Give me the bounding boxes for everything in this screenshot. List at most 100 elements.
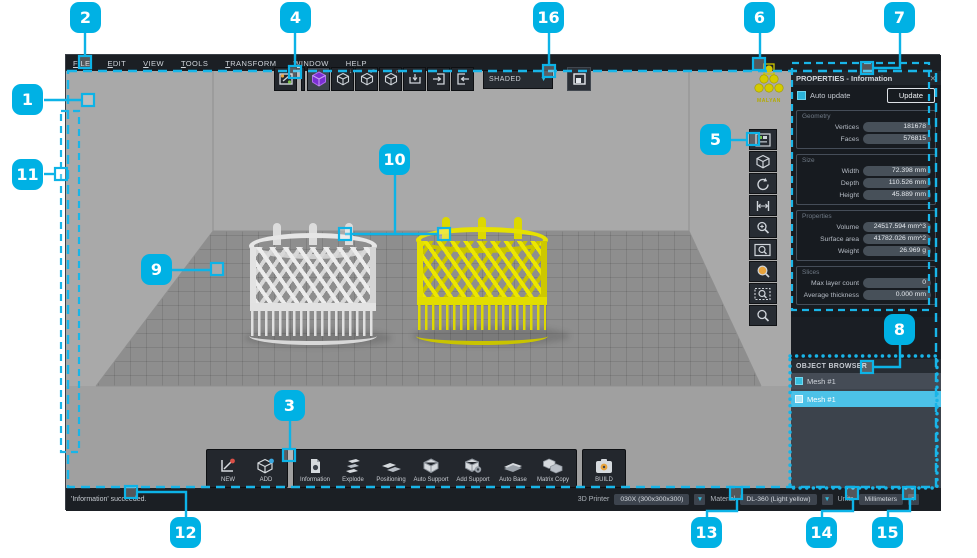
auto-update-checkbox[interactable] [797,91,806,100]
new-button[interactable]: NEW [210,452,246,485]
new-icon [218,457,238,475]
model-bottom-rim [416,327,548,345]
average-thickness-field[interactable]: 0.000 mm [863,290,931,300]
menu-item-edit[interactable]: EDIT [107,59,126,68]
zoom-object-button[interactable] [749,261,777,282]
zoom-window-button[interactable] [749,239,777,260]
visibility-checkbox[interactable] [795,395,803,403]
viewport-3d[interactable] [66,71,791,488]
units-label: Units [838,496,854,503]
status-bar-settings: 3D Printer 030X (300x300x300) ▼ Material… [578,494,919,505]
chevron-down-icon: ▼ [540,76,547,83]
weight-field[interactable]: 26.969 g [863,246,931,256]
shaded-cube-icon [310,70,328,88]
update-button[interactable]: Update [887,88,935,103]
zoom-object-icon [755,264,771,279]
new-label: NEW [221,477,235,483]
auto-base-button[interactable]: Auto Base [495,452,531,485]
height-field[interactable]: 45.889 mm [863,190,931,200]
printer-select[interactable]: 030X (300x300x300) [614,494,689,505]
max-layer-count-field[interactable]: 0 [863,278,931,288]
model-mesh-white[interactable] [249,223,377,339]
visibility-checkbox[interactable] [795,377,803,385]
menu-item-view[interactable]: VIEW [143,59,164,68]
surface-area-field[interactable]: 41782.026 mm^2 [863,234,931,244]
volume-field[interactable]: 24517.594 mm^3 [863,222,931,232]
scale-button[interactable] [749,195,777,216]
object-browser-item-2-selected[interactable]: Mesh #1 [791,391,941,407]
callout-badge-9: 9 [141,254,172,285]
information-button[interactable]: Information [297,452,333,485]
menu-item-tools[interactable]: TOOLS [181,59,208,68]
snapshot-button[interactable] [567,67,591,91]
object-mode-button[interactable] [749,151,777,172]
depth-row: Depth 110.526 mm [801,178,931,188]
view-bottom-button[interactable] [403,67,426,91]
view-left-button[interactable] [451,67,474,91]
close-icon[interactable]: ✕ [930,74,936,83]
zoom-in-button[interactable] [749,217,777,238]
printer-label: 3D Printer [578,496,610,503]
size-group-title: Size [802,157,931,164]
properties-panel-title: PROPERTIES - Information [796,74,892,83]
volume-row: Volume 24517.594 mm^3 [801,222,931,232]
object-browser-item-1[interactable]: Mesh #1 [791,373,941,389]
add-support-button[interactable]: Add Support [453,452,493,485]
build-group: BUILD [582,449,626,488]
build-button[interactable]: BUILD [586,452,622,485]
auto-support-button[interactable]: Auto Support [411,452,451,485]
material-select[interactable]: DL-360 (Light yellow) [740,494,816,505]
view-isometric-button[interactable]: ↓ [331,67,354,91]
add-icon [256,457,276,475]
printer-dropdown-arrow-icon[interactable]: ▼ [694,494,705,505]
matrix-copy-label: Matrix Copy [537,477,569,483]
callout-badge-8: 8 [884,314,915,345]
zoom-selection-button[interactable] [749,283,777,304]
object-browser-panel: OBJECT BROWSER Mesh #1 Mesh #1 [791,359,941,488]
material-dropdown-arrow-icon[interactable]: ▼ [822,494,833,505]
rotate-view-button[interactable] [749,173,777,194]
callout-badge-1: 1 [12,84,43,115]
faces-field[interactable]: 576815 [863,134,931,144]
model-lattice [250,247,376,305]
view-rotate-button[interactable]: ⤺ [355,67,378,91]
vertices-label: Vertices [801,124,863,131]
view-top-button[interactable]: ∩ [379,67,402,91]
callout-badge-7: 7 [884,2,915,33]
weight-label: Weight [801,248,863,255]
add-support-label: Add Support [456,477,489,483]
fit-to-screen-button[interactable] [274,67,297,91]
units-dropdown-arrow-icon[interactable]: ▼ [908,494,919,505]
properties-panel-titlebar: PROPERTIES - Information ✕ [791,71,941,85]
width-field[interactable]: 72.398 mm [863,166,931,176]
properties-panel: PROPERTIES - Information ✕ Auto update U… [791,71,941,317]
auto-base-icon [501,457,525,475]
snapshot-icon [571,71,587,87]
status-message: 'Information' succeeded. [71,496,578,503]
geometry-group: Geometry Vertices 181678 Faces 576815 [796,110,936,149]
view-shaded-button[interactable] [307,67,330,91]
menu-item-file[interactable]: FILE [73,59,90,68]
units-select[interactable]: Millimeters [859,494,903,505]
callout-badge-6: 6 [744,2,775,33]
brand-logo: MALYAN [746,63,792,113]
depth-field[interactable]: 110.526 mm [863,178,931,188]
shade-mode-dropdown[interactable]: SHADED ▼ [483,70,553,89]
zoom-selection-icon [754,287,772,301]
callout-badge-15: 15 [872,517,903,548]
model-mesh-yellow[interactable] [416,217,548,339]
view-right-button[interactable] [427,67,450,91]
zoom-extents-icon [755,308,771,323]
vertices-field[interactable]: 181678 [863,122,931,132]
object-browser-title: OBJECT BROWSER [791,359,941,373]
properties-panel-button[interactable] [749,129,777,150]
positioning-button[interactable]: Positioning [373,452,409,485]
menu-item-transform[interactable]: TRANSFORM [225,59,276,68]
zoom-extents-button[interactable] [749,305,777,326]
matrix-copy-button[interactable]: Matrix Copy [533,452,573,485]
explode-button[interactable]: Explode [335,452,371,485]
add-button[interactable]: ADD [248,452,284,485]
file-actions-group: NEW ADD [206,449,288,488]
auto-support-icon [421,457,441,475]
slices-group: Slices Max layer count 0 Average thickne… [796,266,936,305]
